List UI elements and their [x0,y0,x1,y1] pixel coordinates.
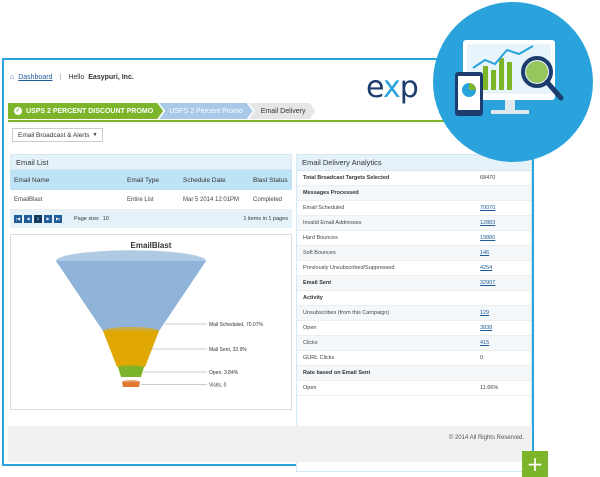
analytics-row: Previously Unsubscribed/Suppressed 4254 [297,261,531,276]
table-cell: Completed [253,196,283,203]
analytics-label: Invalid Email Addresses [303,220,362,226]
analytics-label: Unsubscribes (from this Campaign) [303,310,390,316]
analytics-label: Rate based on Email Sent [303,370,371,376]
home-icon: ⌂ [10,74,15,81]
breadcrumb-step-promo[interactable]: ✓ USPS 2 PERCENT DISCOUNT PROMO [8,103,163,119]
breadcrumb: ✓ USPS 2 PERCENT DISCOUNT PROMO USPS 2 P… [8,103,315,119]
copyright: © 2014 All Rights Reserved. [448,435,524,441]
analytics-label: Open [303,325,317,331]
analytics-value[interactable]: 146 [480,250,489,256]
footer: © 2014 All Rights Reserved. [8,426,532,462]
funnel-label: Visits, 0 [209,383,227,389]
column-header[interactable]: Schedule Date [179,177,249,184]
page-size-label: Page size: [74,216,100,222]
analytics-row: Invalid Email Addresses 12883 [297,216,531,231]
analytics-label: Email Scheduled [303,205,345,211]
table-cell: Mar 5 2014 12:01PM [183,196,240,203]
analytics-label: Open [303,385,317,391]
monitor-chart-icon [455,40,564,116]
email-broadcast-menu[interactable]: Email Broadcast & Alerts ▼ [12,128,104,142]
table-cell: Entire List [127,196,154,203]
analytics-row: Email Sent 32907 [297,276,531,291]
table-row[interactable]: EmailBlast Entire List Mar 5 2014 12:01P… [10,190,292,210]
analytics-row: Rate based on Email Sent [297,366,531,381]
funnel-label: Mail Scheduled, 70.07% [209,322,263,328]
funnel-stage-top [122,380,140,384]
analytics-label: Clicks [303,340,318,346]
analytics-panel: Email Delivery Analytics Total Broadcast… [296,154,532,472]
expand-button[interactable]: + [522,451,548,477]
funnel-svg: Mail Scheduled, 70.07% Mail Sent, 32.9% Op… [56,250,263,389]
pager-info: 1 items in 1 pages [243,216,288,222]
column-header[interactable]: Email Name [10,177,123,184]
funnel-stage-top [118,365,144,369]
analytics-value: 11.66% [480,385,499,391]
funnel-stage-top [56,250,206,272]
analytics-row: Soft Bounces 146 [297,246,531,261]
analytics-row: Open 3838 [297,321,531,336]
top-bar: ⌂ Dashboard | Hello Easypuri, Inc. [10,74,134,81]
funnel-label: Open, 3.84% [209,370,239,376]
analytics-label: GURL Clicks [303,355,335,361]
analytics-row: Total Broadcast Targets Selected 68470 [297,171,531,186]
breadcrumb-step-campaign[interactable]: USPS 2 Percent Promo [159,103,253,119]
analytics-label: Hard Bounces [303,235,338,241]
analytics-value[interactable]: 415 [480,340,489,346]
analytics-label: Total Broadcast Targets Selected [303,175,390,181]
panel-title: Email List [10,154,292,170]
analytics-label: Previously Unsubscribed/Suppressed [303,265,395,271]
breadcrumb-step-delivery: Email Delivery [249,103,316,119]
first-page-button[interactable]: |◀ [14,215,22,223]
last-page-button[interactable]: ▶| [54,215,62,223]
analytics-list: Total Broadcast Targets Selected 68470 Mes… [297,171,531,396]
analytics-label: Messages Processed [303,190,359,196]
analytics-value: 68470 [480,175,496,181]
analytics-row: Clicks 415 [297,336,531,351]
analytics-value[interactable]: 32907 [480,280,495,286]
column-header[interactable]: Blast Status [249,177,292,184]
check-icon: ✓ [15,108,21,114]
pager: |◀ ◀ 1 ▶ ▶| Page size: 10 1 items in 1 p… [10,210,292,228]
next-page-button[interactable]: ▶ [44,215,52,223]
analytics-label: Activity [303,295,323,301]
table-header: Email Name Email Type Schedule Date Blas… [10,170,292,190]
prev-page-button[interactable]: ◀ [24,215,32,223]
brand-logo: exp [366,70,419,105]
analytics-value[interactable]: 12883 [480,220,495,226]
funnel-label: Mail Sent, 32.9% [209,347,247,353]
analytics-row: Email Scheduled 70070 [297,201,531,216]
analytics-row: Hard Bounces 19880 [297,231,531,246]
company-name: Easypuri, Inc. [88,74,134,81]
analytics-row: Activity [297,291,531,306]
caret-down-icon: ▼ [92,132,98,138]
analytics-label: Email Sent [303,280,332,286]
page-size-value[interactable]: 10 [103,216,109,222]
analytics-label: Soft Bounces [303,250,336,256]
analytics-value[interactable]: 4254 [480,265,492,271]
greeting-prefix: Hello [68,74,85,81]
funnel-chart: EmailBlast Mail Scheduled, 70.07% Mail Se… [10,234,292,410]
analytics-illustration [433,2,593,162]
analytics-row: Messages Processed [297,186,531,201]
page-1-button[interactable]: 1 [34,215,42,223]
analytics-value[interactable]: 70070 [480,205,495,211]
table-cell: EmailBlast [14,196,43,203]
analytics-row: GURL Clicks 0 [297,351,531,366]
divider: | [59,74,62,81]
funnel-stage-top [103,327,159,335]
analytics-value[interactable]: 3838 [480,325,492,331]
analytics-row: Unsubscribes (from this Campaign) 129 [297,306,531,321]
analytics-row: Open 11.66% [297,381,531,396]
analytics-value[interactable]: 19880 [480,235,495,241]
analytics-value[interactable]: 129 [480,310,489,316]
email-list-panel: Email List Email Name Email Type Schedul… [10,154,292,410]
analytics-value: 0 [480,355,484,361]
column-header[interactable]: Email Type [123,177,179,184]
dashboard-link[interactable]: Dashboard [18,74,52,81]
stage: ⌂ Dashboard | Hello Easypuri, Inc. exp ✓… [0,0,600,477]
